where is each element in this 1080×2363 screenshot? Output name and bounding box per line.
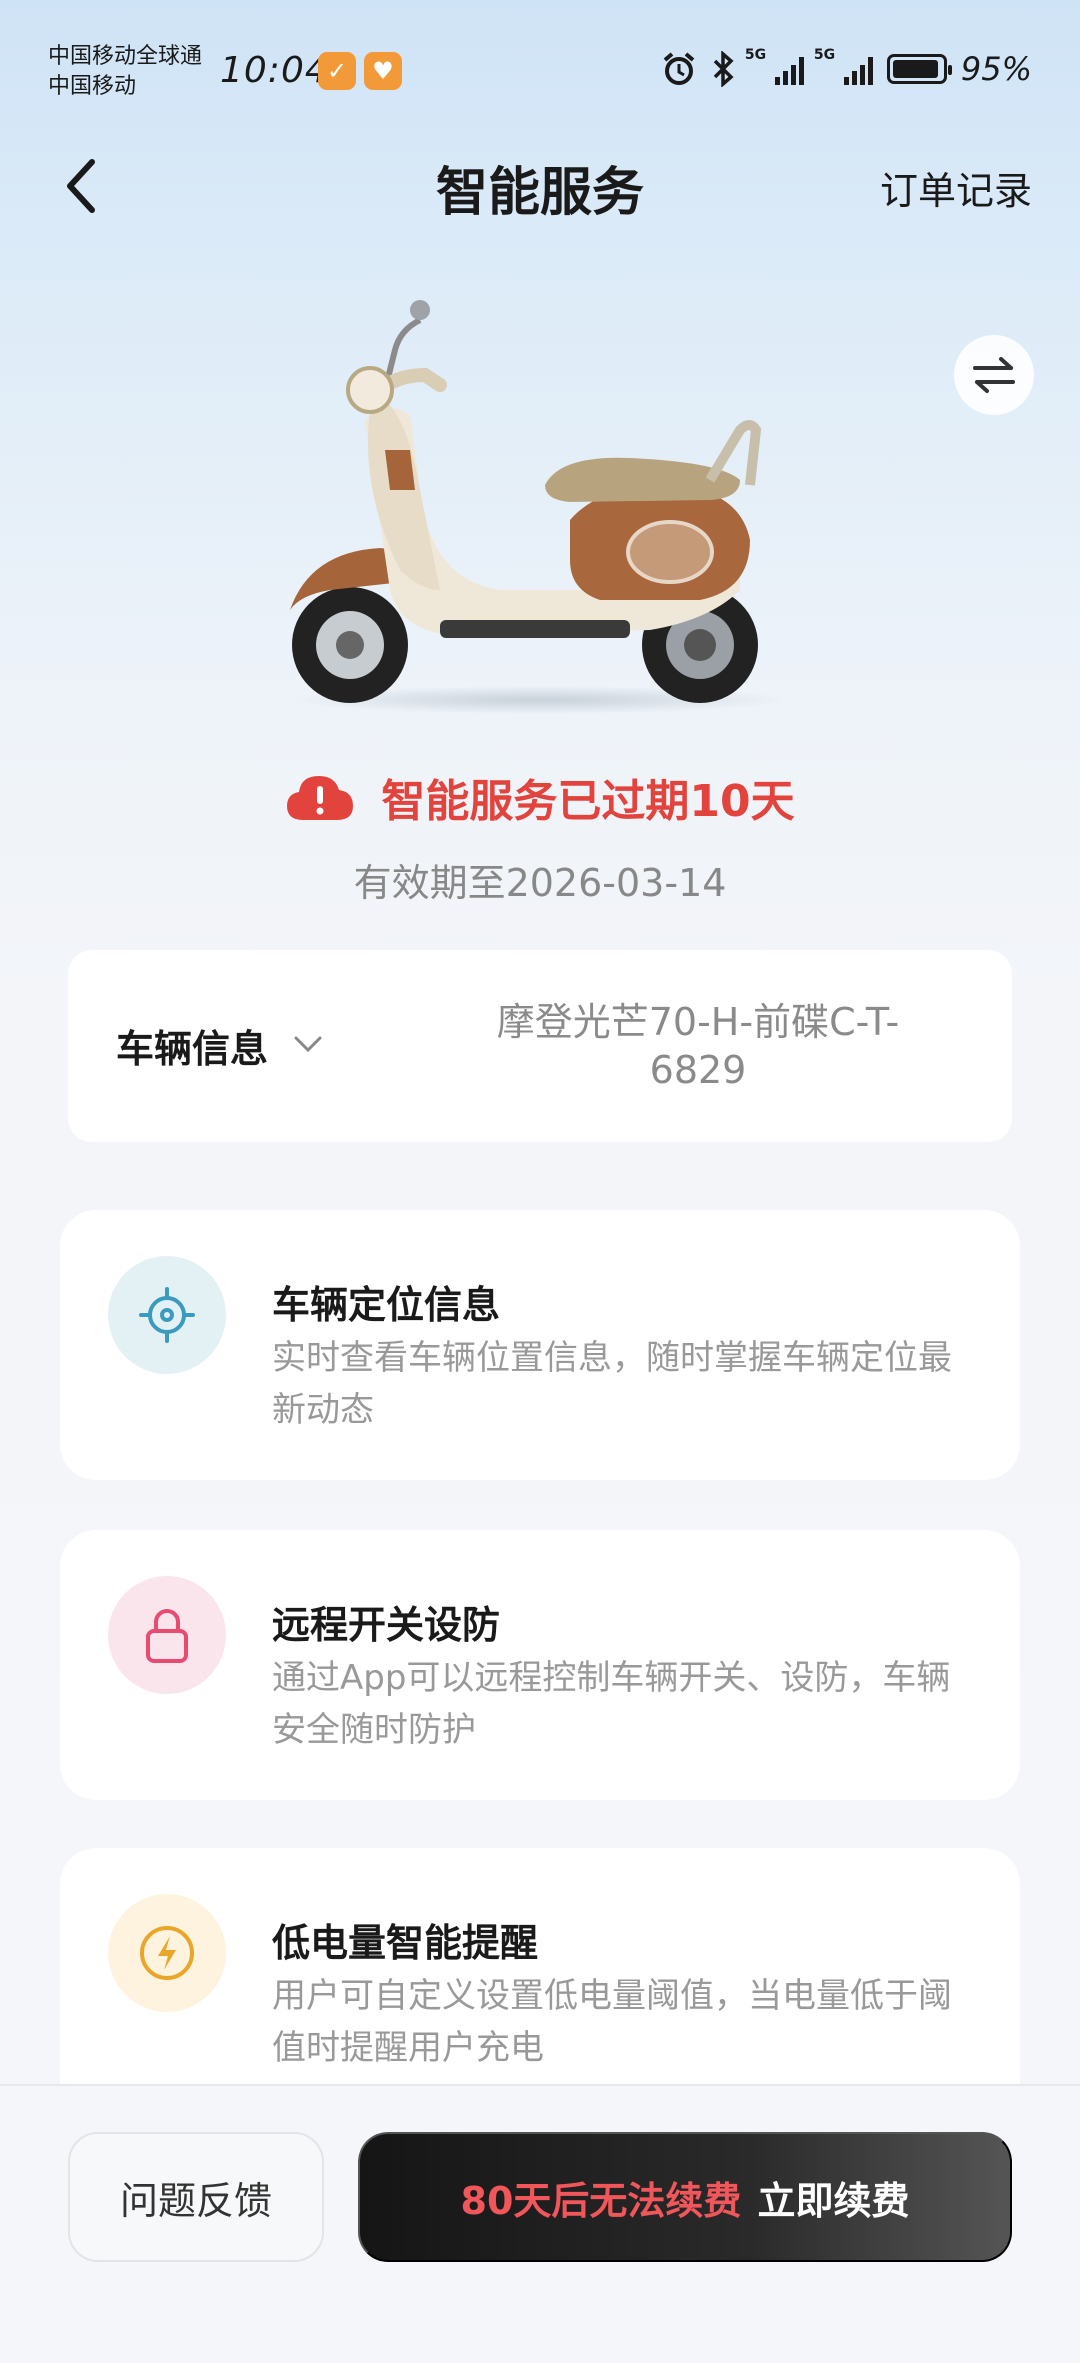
vehicle-info-card[interactable]: 车辆信息 摩登光芒70-H-前碟C-T-6829 (68, 950, 1012, 1142)
status-bar: 中国移动全球通 中国移动 10:04 ✓ ♥ 5G 5G 95% (0, 0, 1080, 130)
renew-button[interactable]: 80天后无法续费 立即续费 (358, 2132, 1012, 2262)
lightning-icon (140, 1926, 194, 1980)
service-description: 实时查看车辆位置信息，随时掌握车辆定位最新动态 (272, 1338, 952, 1430)
battery-percent: 95% (960, 50, 1032, 88)
carrier-info: 中国移动全球通 中国移动 (48, 42, 202, 102)
battery-icon (886, 54, 952, 84)
location-target-icon (139, 1287, 195, 1343)
carrier-secondary: 中国移动 (48, 74, 137, 99)
location-icon-wrap (108, 1256, 226, 1374)
lightning-icon-wrap (108, 1894, 226, 2012)
warning-cloud-icon (287, 776, 354, 820)
service-title: 车辆定位信息 (272, 1283, 501, 1327)
lock-icon (146, 1609, 188, 1663)
service-title: 低电量智能提醒 (272, 1921, 539, 1965)
renew-action-label: 立即续费 (757, 2178, 910, 2223)
renew-deadline-warning: 80天后无法续费 (460, 2178, 742, 2223)
order-history-link[interactable]: 订单记录 (880, 160, 1032, 215)
switch-vehicle-button[interactable] (954, 335, 1034, 415)
swap-arrows-icon (973, 357, 1015, 393)
lock-icon-wrap (108, 1576, 226, 1694)
service-card-location[interactable]: 车辆定位信息 实时查看车辆位置信息，随时掌握车辆定位最新动态 (60, 1210, 1020, 1480)
valid-until-text: 有效期至2026-03-14 (353, 861, 727, 905)
alarm-icon (663, 52, 695, 85)
carrier-primary: 中国移动全球通 (48, 44, 203, 69)
signal-icon: 5G (745, 47, 804, 85)
service-description: 用户可自定义设置低电量阈值，当电量低于阈值时提醒用户充电 (272, 1976, 952, 2068)
scooter-image (290, 300, 790, 714)
bluetooth-icon (713, 51, 734, 87)
feedback-button[interactable]: 问题反馈 (68, 2132, 324, 2262)
service-card-remote-lock[interactable]: 远程开关设防 通过App可以远程控制车辆开关、设防，车辆安全随时防护 (60, 1530, 1020, 1800)
health-app-icon: ♥ (364, 52, 402, 90)
service-expired-banner: 智能服务已过期10天 (0, 765, 1080, 829)
vehicle-info-label: 车辆信息 (116, 1027, 269, 1071)
expired-message: 智能服务已过期10天 (381, 776, 795, 827)
service-title: 远程开关设防 (272, 1603, 501, 1647)
vehicle-model-name: 摩登光芒70-H-前碟C-T-6829 (496, 1000, 900, 1092)
chevron-down-icon[interactable] (292, 1028, 324, 1060)
service-card-low-battery[interactable]: 低电量智能提醒 用户可自定义设置低电量阈值，当电量低于阈值时提醒用户充电 (60, 1848, 1020, 2118)
status-time: 10:04 (220, 50, 329, 91)
app-notification-icon: ✓ (318, 52, 356, 90)
status-icons: 5G 5G 95% (661, 47, 1032, 88)
bottom-action-bar: 问题反馈 80天后无法续费 立即续费 (0, 2084, 1080, 2363)
signal-icon-secondary: 5G (814, 47, 873, 85)
service-description: 通过App可以远程控制车辆开关、设防，车辆安全随时防护 (272, 1658, 951, 1750)
